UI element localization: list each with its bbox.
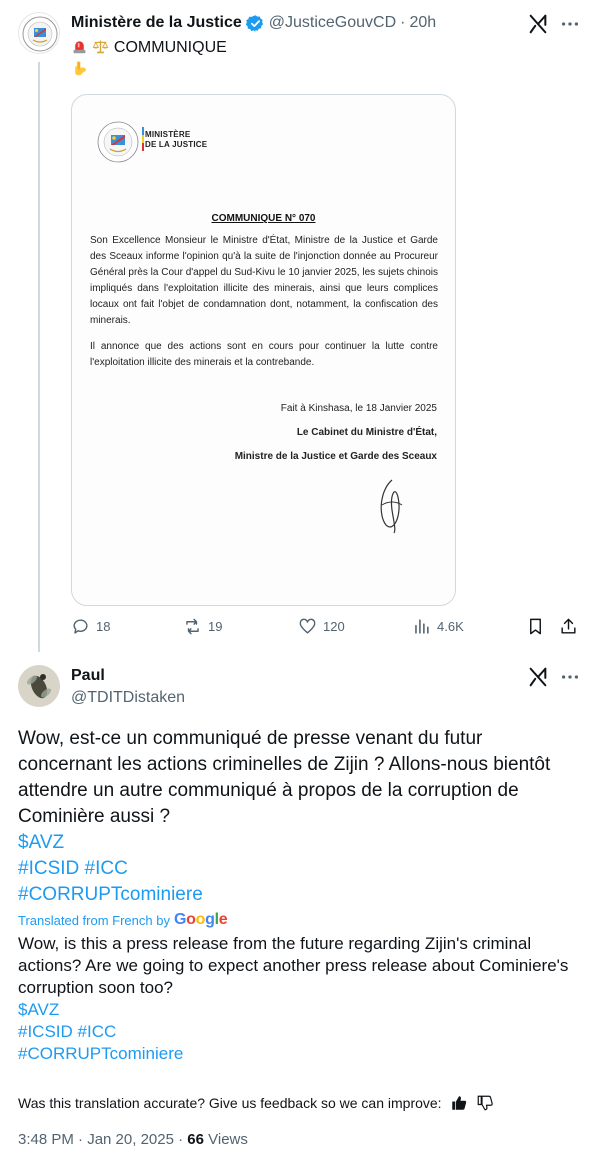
like-button[interactable]: 120: [298, 617, 345, 636]
ministry-avatar[interactable]: [18, 12, 60, 54]
hashtag-link[interactable]: #CORRUPTcominiere: [18, 882, 578, 908]
google-logo: Google: [173, 911, 228, 928]
thumbs-up-icon[interactable]: [450, 1094, 468, 1112]
grok-icon[interactable]: [527, 13, 549, 35]
cashtag-link[interactable]: $AVZ: [18, 830, 578, 856]
rotating-light-icon: [73, 41, 86, 54]
hashtag-links[interactable]: #ICSID #ICC: [18, 1021, 578, 1043]
thumbs-down-icon[interactable]: [476, 1094, 494, 1112]
repost-button[interactable]: 19: [183, 617, 222, 636]
balance-scale-icon: [93, 40, 109, 54]
hashtag-links[interactable]: #ICSID #ICC: [18, 856, 578, 882]
bookmark-button[interactable]: [526, 617, 551, 636]
feedback-prompt: Was this translation accurate? Give us f…: [18, 1095, 442, 1111]
translation-body: Wow, is this a press release from the fu…: [18, 934, 569, 997]
communique-text: COMMUNIQUE: [113, 39, 227, 56]
reply-text: Wow, est-ce un communiqué de presse vena…: [18, 726, 578, 908]
tweet-action-bar: 18 19 120 4.6K: [71, 617, 583, 643]
translation-attribution[interactable]: Translated from French by Google: [18, 911, 228, 929]
views-label: Views: [208, 1131, 248, 1148]
verified-badge-icon: [245, 14, 263, 32]
more-options-icon[interactable]: [559, 13, 581, 35]
tweet-metadata: 3:48 PM · Jan 20, 2025 · 66 Views: [18, 1131, 248, 1148]
views-number: 66: [187, 1131, 204, 1148]
document-paragraph-2: Il annonce que des actions sont en cours…: [90, 341, 438, 368]
reply-body: Wow, est-ce un communiqué de presse vena…: [18, 728, 551, 827]
reply-count: 18: [96, 619, 111, 634]
document-place-date: Fait à Kinshasa, le 18 Janvier 2025: [280, 403, 437, 414]
translation-feedback: Was this translation accurate? Give us f…: [18, 1094, 494, 1112]
reply-author-name[interactable]: Paul: [71, 667, 105, 685]
reply-icon: [73, 619, 88, 634]
document-header: MINISTÈRE DE LA JUSTICE: [145, 130, 208, 149]
translated-from-label: Translated from French by: [18, 912, 170, 928]
share-icon: [561, 618, 576, 634]
timestamp[interactable]: 3:48 PM · Jan 20, 2025 ·: [18, 1131, 183, 1148]
repost-icon: [186, 618, 199, 635]
share-button[interactable]: [559, 617, 584, 636]
separator: ·: [400, 14, 406, 31]
document-paragraph-1: Son Excellence Monsieur le Ministre d'Ét…: [90, 235, 438, 326]
translated-text: Wow, is this a press release from the fu…: [18, 933, 578, 1065]
author-handle[interactable]: @JusticeGouvCD: [269, 14, 396, 32]
hashtag-link[interactable]: #CORRUPTcominiere: [18, 1043, 578, 1065]
thread-connector-line: [38, 62, 40, 652]
tweet-media-image[interactable]: MINISTÈRE DE LA JUSTICE COMMUNIQUE N° 07…: [71, 94, 456, 606]
tweet-time[interactable]: 20h: [409, 14, 436, 32]
handwritten-signature: [380, 479, 403, 534]
repost-count: 19: [208, 619, 223, 634]
pointing-down-icon: [75, 61, 86, 76]
ministry-seal-icon: [97, 121, 139, 163]
reply-button[interactable]: 18: [71, 617, 110, 636]
paul-avatar[interactable]: [18, 665, 60, 707]
reply-author-handle[interactable]: @TDITDistaken: [71, 689, 185, 707]
flag-color-bar: [142, 127, 144, 151]
more-options-icon[interactable]: [559, 666, 581, 688]
author-name[interactable]: Ministère de la Justice: [71, 14, 242, 32]
bookmark-icon: [530, 618, 541, 635]
ministry-seal-icon: [22, 16, 58, 52]
document-signatory-2: Ministre de la Justice et Garde des Scea…: [234, 451, 437, 462]
heart-icon: [299, 618, 316, 634]
parent-tweet-header: Ministère de la Justice @JusticeGouvCD ·…: [71, 12, 436, 34]
like-count: 120: [323, 619, 345, 634]
analytics-icon: [415, 619, 429, 634]
views-count: 4.6K: [437, 619, 464, 634]
user-avatar-image: [18, 665, 60, 707]
document-title: COMMUNIQUE N° 070: [211, 213, 316, 224]
grok-icon[interactable]: [527, 666, 549, 688]
views-button[interactable]: 4.6K: [412, 617, 464, 636]
parent-tweet-text: COMMUNIQUE: [71, 37, 227, 80]
document-signatory-1: Le Cabinet du Ministre d'État,: [296, 427, 437, 438]
cashtag-link[interactable]: $AVZ: [18, 999, 578, 1021]
